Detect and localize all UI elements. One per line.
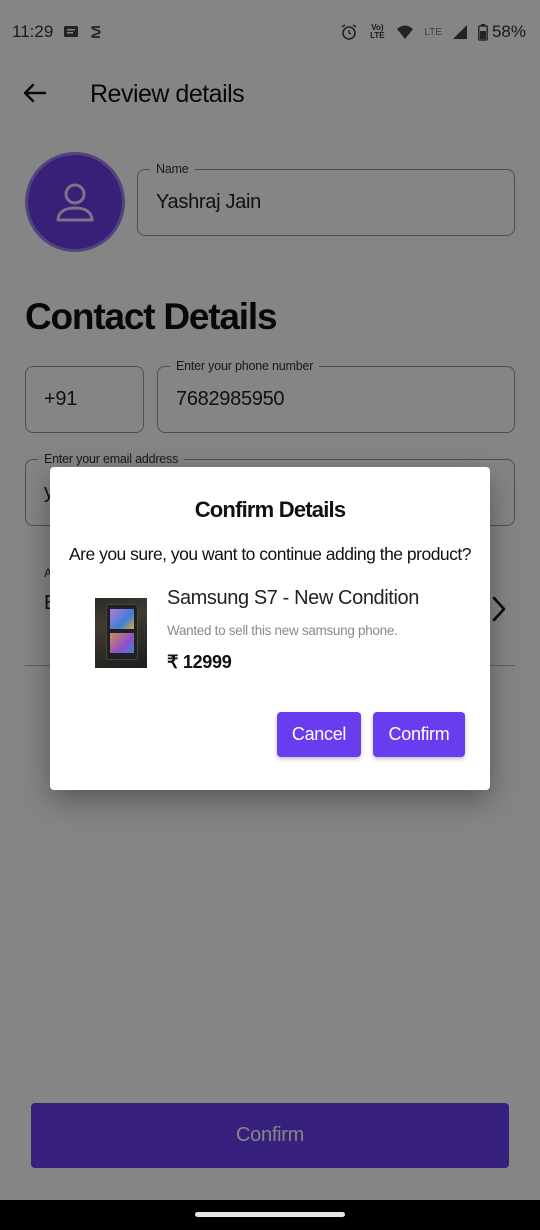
- confirm-dialog: Confirm Details Are you sure, you want t…: [50, 467, 490, 790]
- dialog-title: Confirm Details: [194, 497, 346, 522]
- confirm-button[interactable]: Confirm: [373, 712, 465, 757]
- dialog-message: Are you sure, you want to continue addin…: [68, 544, 472, 564]
- phone-photo: [106, 604, 138, 660]
- home-gesture-handle[interactable]: [195, 1212, 345, 1217]
- product-price: ₹ 12999: [167, 652, 232, 672]
- product-description: Wanted to sell this new samsung phone.: [167, 623, 398, 638]
- phone-screen-top: [110, 609, 134, 629]
- product-name: Samsung S7 - New Condition: [167, 587, 419, 609]
- system-nav-bar: [0, 1200, 540, 1230]
- product-image: [95, 598, 147, 668]
- cancel-button[interactable]: Cancel: [277, 712, 361, 757]
- phone-screen-bottom: [110, 633, 134, 653]
